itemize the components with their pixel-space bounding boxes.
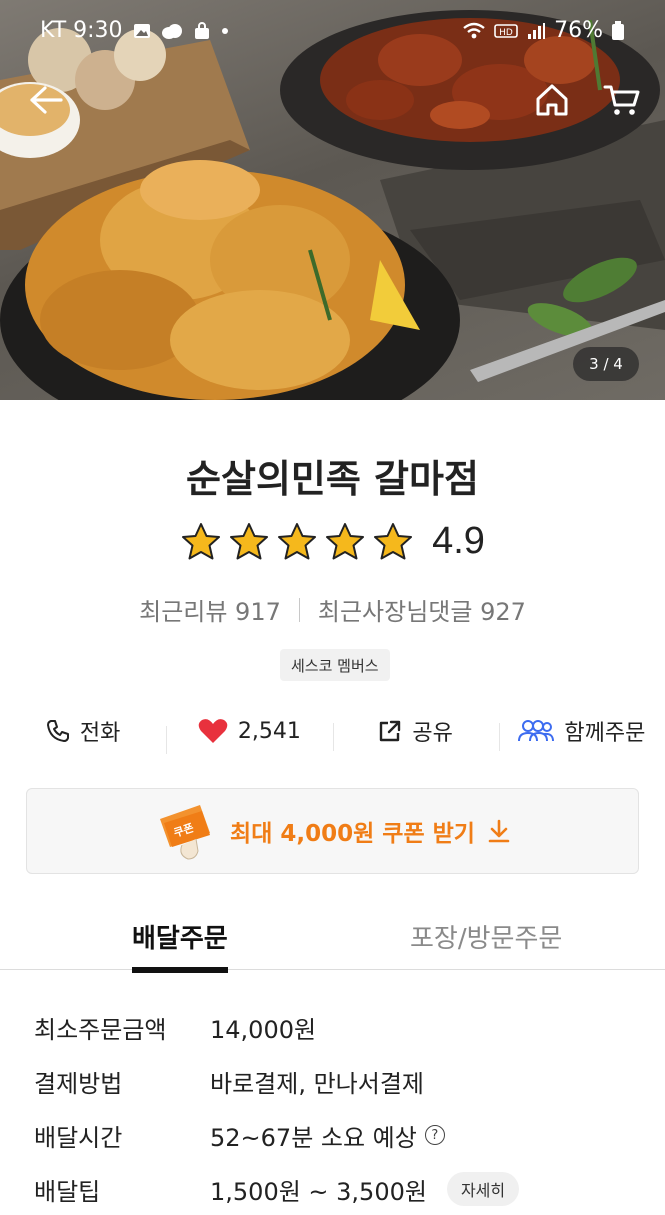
food-photo [0,10,665,400]
help-icon[interactable]: ? [424,1125,445,1145]
delivery-tip-value: 1,500원 ~ 3,500원 [210,1177,427,1206]
cart-button[interactable] [600,80,644,120]
status-bar: KT 9:30 HD 76% [0,14,665,50]
review-row: 최근리뷰 917 최근사장님댓글 927 [0,592,665,627]
tab-delivery-label: 배달주문 [132,924,228,954]
coupon-ticket-icon: 쿠폰 [160,805,211,860]
dot-icon [221,27,228,34]
share-button[interactable]: 공유 [332,715,499,751]
battery-percent: 76% [554,18,603,43]
arrow-left-icon [30,86,63,114]
delivery-time-value: 52~67분 소요 예상 [210,1123,417,1152]
wifi-icon [463,22,485,38]
min-order-row: 최소주문금액 14,000원 [34,1000,634,1054]
delivery-time-row: 배달시간 52~67분 소요 예상 ? [34,1108,634,1162]
call-label: 전화 [79,721,121,746]
download-icon [488,819,510,843]
delivery-info: 최소주문금액 14,000원 결제방법 바로결제, 만나서결제 배달시간 52~… [34,1000,634,1215]
tip-detail-button[interactable]: 자세히 [446,1172,520,1206]
star-icon [182,522,221,559]
rating-value: 4.9 [432,520,485,562]
store-badge: 세스코 멤버스 [280,649,390,681]
home-icon [536,84,568,116]
tab-pickup-label: 포장/방문주문 [410,924,563,954]
image-icon [133,23,150,38]
action-bar: 전화 2,541 공유 함께주문 [0,706,665,756]
coupon-button[interactable]: 쿠폰 최대 4,000원 쿠폰 받기 [26,788,639,874]
star-icon [230,522,269,559]
payment-row: 결제방법 바로결제, 만나서결제 [34,1054,634,1108]
like-button[interactable]: 2,541 [166,718,332,754]
tab-pickup[interactable]: 포장/방문주문 [410,918,562,955]
share-icon [380,720,401,742]
delivery-time-label: 배달시간 [34,1123,123,1152]
active-tab-indicator [132,967,228,973]
delivery-tip-row: 배달팁 1,500원 ~ 3,500원 자세히 [34,1162,634,1215]
divider [298,597,300,622]
store-name: 순살의민족 갈마점 [186,457,479,501]
image-pager: 3 / 4 [573,347,639,381]
cart-icon [603,85,640,115]
delivery-tip-group: 1,500원 ~ 3,500원 자세히 [210,1172,520,1207]
delivery-time-group: 52~67분 소요 예상 ? [210,1118,445,1153]
share-label: 공유 [412,721,453,746]
owner-replies[interactable]: 최근사장님댓글 927 [318,592,526,627]
group-order-label: 함께주문 [564,721,646,746]
coupon-label: 최대 4,000원 쿠폰 받기 [230,821,475,847]
like-count: 2,541 [237,718,301,744]
svg-text:HD: HD [499,28,513,38]
carrier-time: KT 9:30 [40,18,123,43]
tab-delivery[interactable]: 배달주문 [132,918,228,973]
hd-icon: HD [494,23,518,38]
battery-icon [612,20,624,40]
group-icon [518,720,555,742]
star-icon [278,522,317,559]
payment-value: 바로결제, 만나서결제 [210,1069,424,1098]
bag-icon [194,21,209,39]
delivery-tip-label: 배달팁 [34,1177,101,1206]
hero-image[interactable]: KT 9:30 HD 76% 3 / 4 [0,0,665,400]
payment-label: 결제방법 [34,1069,123,1098]
call-button[interactable]: 전화 [0,715,166,747]
star-icon [374,522,413,559]
signal-icon [528,22,546,39]
min-order-value: 14,000원 [210,1015,317,1044]
heart-icon [198,719,228,743]
home-button[interactable] [530,80,574,120]
min-order-label: 최소주문금액 [34,1015,167,1044]
order-type-tabs: 배달주문 포장/방문주문 [0,906,665,973]
back-button[interactable] [24,80,68,120]
cloud-icon [161,23,182,39]
rating-row[interactable]: 4.9 [0,520,665,563]
group-order-button[interactable]: 함께주문 [498,715,665,751]
phone-icon [46,720,69,742]
star-icon [326,522,365,559]
recent-reviews[interactable]: 최근리뷰 917 [139,592,281,627]
